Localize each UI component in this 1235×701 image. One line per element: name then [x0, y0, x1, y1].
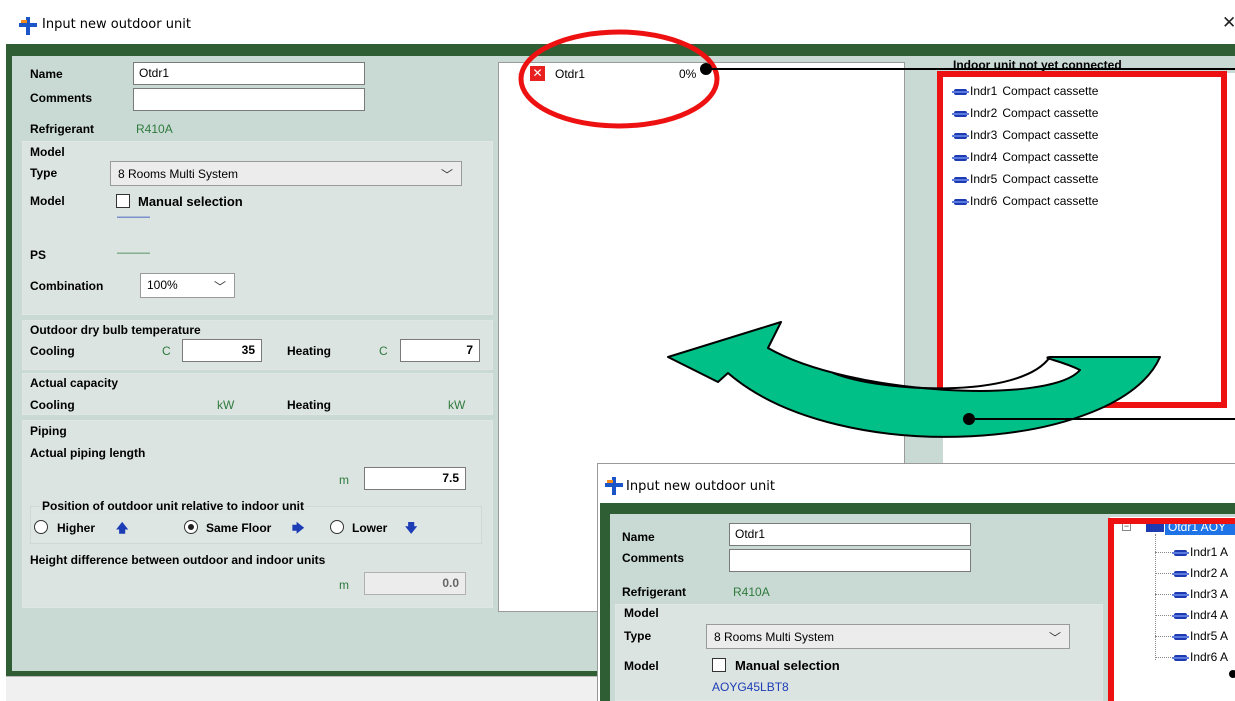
app-icon: [604, 476, 624, 496]
inset-comments-field[interactable]: [729, 549, 971, 572]
ps-label: PS: [30, 248, 47, 262]
highlight-box-inset-tree: [1108, 518, 1235, 701]
cooling-capacity-unit: kW: [217, 398, 235, 412]
inset-type-value: 8 Rooms Multi System: [714, 630, 835, 644]
name-label: Name: [30, 67, 63, 81]
position-same-radio[interactable]: [184, 520, 198, 534]
refrigerant-label: Refrigerant: [30, 122, 95, 136]
app-icon: [18, 16, 38, 36]
position-higher-label: Higher: [57, 521, 96, 535]
piping-length-label: Actual piping length: [30, 446, 146, 460]
arrow-down-icon: 🡇: [405, 521, 418, 535]
capacity-group-title: Actual capacity: [30, 376, 119, 390]
position-group-title: Position of outdoor unit relative to ind…: [40, 499, 306, 513]
comments-label: Comments: [30, 91, 93, 105]
piping-group-title: Piping: [30, 424, 67, 438]
inset-refrigerant-label: Refrigerant: [622, 585, 687, 599]
cooling-temp-unit: C: [162, 344, 171, 358]
chevron-down-icon: ﹀: [213, 280, 226, 294]
inset-model-group-title: Model: [624, 606, 659, 620]
type-label: Type: [30, 166, 58, 180]
inset-manual-selection-checkbox[interactable]: [712, 658, 726, 672]
highlight-box-indoor-list: [937, 71, 1227, 408]
manual-selection-checkbox[interactable]: [116, 194, 130, 208]
position-same-label: Same Floor: [206, 521, 272, 535]
inset-window-title: Input new outdoor unit: [626, 479, 775, 494]
arrow-up-icon: 🡅: [116, 521, 129, 535]
heating-capacity-label: Heating: [287, 398, 332, 412]
close-icon[interactable]: ✕: [1222, 13, 1235, 33]
heating-capacity-unit: kW: [448, 398, 466, 412]
piping-length-field[interactable]: 7.5: [364, 467, 466, 490]
heating-temp-unit: C: [379, 344, 388, 358]
heating-temp-label: Heating: [287, 344, 332, 358]
position-lower-radio[interactable]: [330, 520, 344, 534]
cooling-temp-label: Cooling: [30, 344, 75, 358]
combination-label: Combination: [30, 279, 104, 293]
cooling-capacity-label: Cooling: [30, 398, 75, 412]
inset-refrigerant-value: R410A: [733, 585, 770, 599]
heating-temp-field[interactable]: 7: [400, 339, 480, 362]
model-label: Model: [30, 194, 65, 208]
error-x-icon: ✕: [530, 66, 545, 81]
arrow-right-icon: 🡆: [292, 521, 305, 535]
model-value: ———: [117, 211, 150, 223]
inset-name-label: Name: [622, 530, 655, 544]
model-group-title: Model: [30, 145, 65, 159]
height-diff-label: Height difference between outdoor and in…: [30, 553, 326, 567]
window-title: Input new outdoor unit: [42, 17, 191, 32]
inset-comments-label: Comments: [622, 551, 685, 565]
height-diff-unit: m: [339, 578, 349, 592]
name-field[interactable]: Otdr1: [133, 62, 365, 85]
inset-model-label: Model: [624, 659, 659, 673]
cooling-temp-field[interactable]: 35: [182, 339, 262, 362]
chevron-down-icon: ﹀: [1048, 631, 1061, 645]
ps-value: ———: [117, 247, 150, 259]
main-window: Input new outdoor unit ✕ Name Otdr1 Comm…: [0, 0, 1235, 701]
indoor-list-title: Indoor unit not yet connected: [953, 58, 1122, 72]
tree-outdoor-percent: 0%: [679, 67, 697, 81]
tree-outdoor-node[interactable]: Otdr1: [555, 67, 585, 81]
inset-manual-selection-label: Manual selection: [735, 658, 840, 673]
tree-connector: ┈: [517, 69, 524, 81]
inset-name-field[interactable]: Otdr1: [729, 523, 971, 546]
position-higher-radio[interactable]: [34, 520, 48, 534]
inset-type-select[interactable]: 8 Rooms Multi System ﹀: [706, 624, 1070, 649]
combination-select[interactable]: 100% ﹀: [140, 273, 235, 298]
temperature-group-title: Outdoor dry bulb temperature: [30, 323, 201, 337]
height-diff-field[interactable]: 0.0: [364, 572, 466, 595]
piping-length-unit: m: [339, 473, 349, 487]
inset-model-group: [615, 604, 1103, 701]
type-select[interactable]: 8 Rooms Multi System ﹀: [110, 161, 462, 186]
inset-model-value: AOYG45LBT8: [712, 680, 789, 694]
comments-field[interactable]: [133, 88, 365, 111]
refrigerant-value: R410A: [136, 122, 173, 136]
chevron-down-icon: ﹀: [440, 168, 453, 182]
type-select-value: 8 Rooms Multi System: [118, 167, 239, 181]
inset-type-label: Type: [624, 629, 652, 643]
position-lower-label: Lower: [352, 521, 388, 535]
combination-value: 100%: [147, 278, 178, 292]
manual-selection-label: Manual selection: [138, 194, 243, 209]
title-bar: Input new outdoor unit ✕: [0, 0, 1235, 44]
